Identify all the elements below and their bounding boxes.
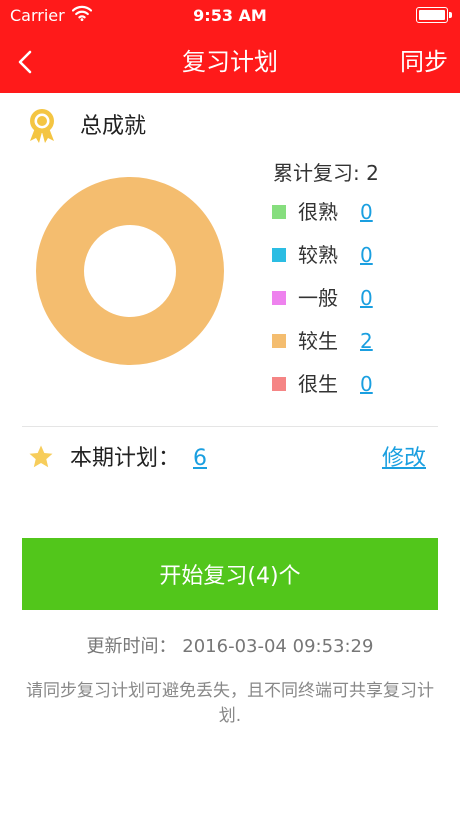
- status-bar: Carrier 9:53 AM: [0, 0, 460, 30]
- clock: 9:53 AM: [193, 6, 267, 25]
- legend-swatch: [272, 334, 286, 348]
- plan-count-link[interactable]: 6: [193, 444, 207, 474]
- legend-label: 一般: [298, 286, 338, 310]
- review-donut-chart: [36, 177, 224, 365]
- sync-button[interactable]: 同步: [400, 44, 448, 80]
- legend-label: 较熟: [298, 243, 338, 267]
- update-time-value: 2016-03-04 09:53:29: [182, 636, 374, 657]
- legend-value-link[interactable]: 0: [360, 284, 373, 312]
- start-review-button[interactable]: 开始复习(4)个: [22, 538, 438, 610]
- legend-label: 很熟: [298, 200, 338, 224]
- legend-value-link[interactable]: 0: [360, 370, 373, 398]
- update-time: 更新时间： 2016-03-04 09:53:29: [0, 634, 460, 660]
- total-reviews: 累计复习: 2: [273, 158, 379, 188]
- page-title: 复习计划: [182, 48, 278, 76]
- battery-icon: [416, 7, 452, 23]
- medal-icon: [26, 108, 58, 144]
- edit-plan-button[interactable]: 修改: [382, 444, 426, 474]
- legend-value-link[interactable]: 0: [360, 198, 373, 226]
- legend-label: 很生: [298, 372, 338, 396]
- section-divider: [22, 426, 438, 427]
- total-reviews-label: 累计复习:: [273, 161, 360, 185]
- legend-value-link[interactable]: 0: [360, 241, 373, 269]
- legend-value-link[interactable]: 2: [360, 327, 373, 355]
- donut-segment-3: [36, 177, 224, 365]
- legend-swatch: [272, 291, 286, 305]
- achievement-title: 总成就: [80, 114, 147, 139]
- star-icon: [28, 444, 54, 470]
- total-reviews-value: 2: [366, 161, 379, 185]
- legend-label: 较生: [298, 329, 338, 353]
- legend-swatch: [272, 377, 286, 391]
- update-time-label: 更新时间：: [86, 636, 177, 657]
- top-header: Carrier 9:53 AM 复习计划 同步: [0, 0, 460, 93]
- plan-label: 本期计划：: [70, 446, 181, 471]
- legend-swatch: [272, 205, 286, 219]
- sync-tip: 请同步复习计划可避免丢失，且不同终端可共享复习计划.: [26, 681, 434, 726]
- legend-swatch: [272, 248, 286, 262]
